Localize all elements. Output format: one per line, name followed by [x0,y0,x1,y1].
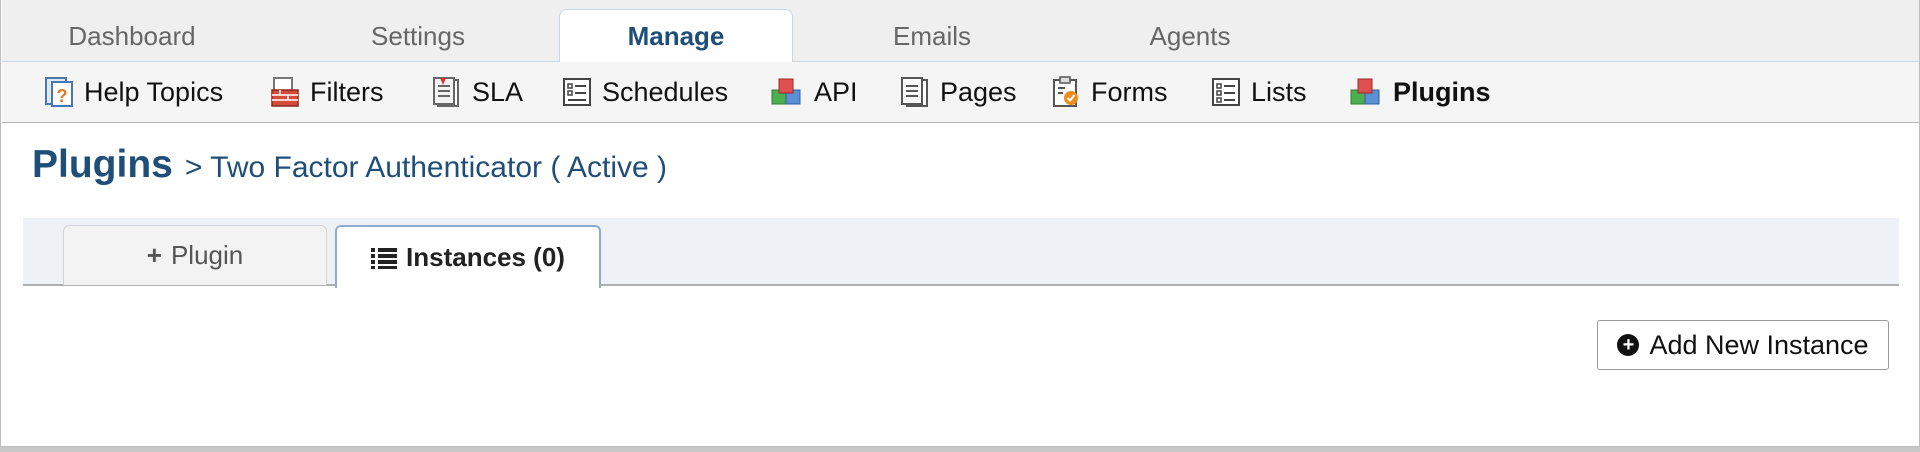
title-row: Plugins > Two Factor Authenticator ( Act… [32,143,667,193]
subnav-forms[interactable]: Forms [1051,62,1168,122]
main-nav: Dashboard Settings Manage Emails Agents [2,0,1919,62]
filters-icon [271,77,299,107]
subnav-api[interactable]: API [770,62,858,122]
add-new-instance-button[interactable]: + Add New Instance [1597,320,1889,370]
subnav-plugins[interactable]: Plugins [1349,62,1491,122]
main-tab-manage[interactable]: Manage [559,9,793,62]
subnav-filters[interactable]: Filters [270,62,384,122]
tab-instances-label: Instances (0) [406,242,565,272]
main-tab-dashboard[interactable]: Dashboard [32,10,232,61]
list-icon [371,247,398,269]
sub-nav: ? Help Topics Filters SLA Schedules API … [2,62,1919,123]
subnav-label: Pages [940,76,1017,107]
subnav-label: Help Topics [84,76,224,107]
main-tab-settings[interactable]: Settings [318,10,518,61]
tab-plugin-label: Plugin [170,240,244,270]
subnav-label: Plugins [1393,76,1491,107]
api-cubes-icon [771,78,801,105]
tab-instances[interactable]: Instances (0) [335,225,601,288]
tab-bar: + Plugin Instances (0) [23,218,1899,288]
subnav-label: Filters [310,76,384,107]
page-title: Plugins [32,143,173,186]
plus-icon: + [146,240,162,270]
lists-icon [1212,78,1240,106]
forms-clipboard-icon [1053,76,1078,107]
tab-plugin[interactable]: + Plugin [63,225,327,285]
subnav-label: SLA [472,76,524,107]
subnav-pages[interactable]: Pages [900,62,1017,122]
pages-icon [901,77,928,107]
plugins-cubes-icon [1350,78,1380,105]
plus-circle-icon: + [1617,334,1640,356]
main-tab-agents[interactable]: Agents [1090,10,1290,61]
add-new-instance-label: Add New Instance [1649,329,1869,360]
svg-text:?: ? [57,86,68,106]
subnav-label: API [814,76,858,107]
subnav-lists[interactable]: Lists [1211,62,1307,122]
subnav-label: Forms [1091,76,1168,107]
subnav-label: Schedules [602,76,729,107]
subnav-schedules[interactable]: Schedules [562,62,728,122]
subnav-help-topics[interactable]: ? Help Topics [44,62,223,122]
help-topics-icon: ? [45,77,73,107]
subnav-label: Lists [1251,76,1307,107]
breadcrumb: > Two Factor Authenticator ( Active ) [184,151,668,184]
subnav-sla[interactable]: SLA [432,62,523,122]
schedules-icon [563,78,591,106]
page-frame: Dashboard Settings Manage Emails Agents … [0,0,1920,447]
main-tab-emails[interactable]: Emails [832,10,1032,61]
sla-icon [433,77,459,107]
